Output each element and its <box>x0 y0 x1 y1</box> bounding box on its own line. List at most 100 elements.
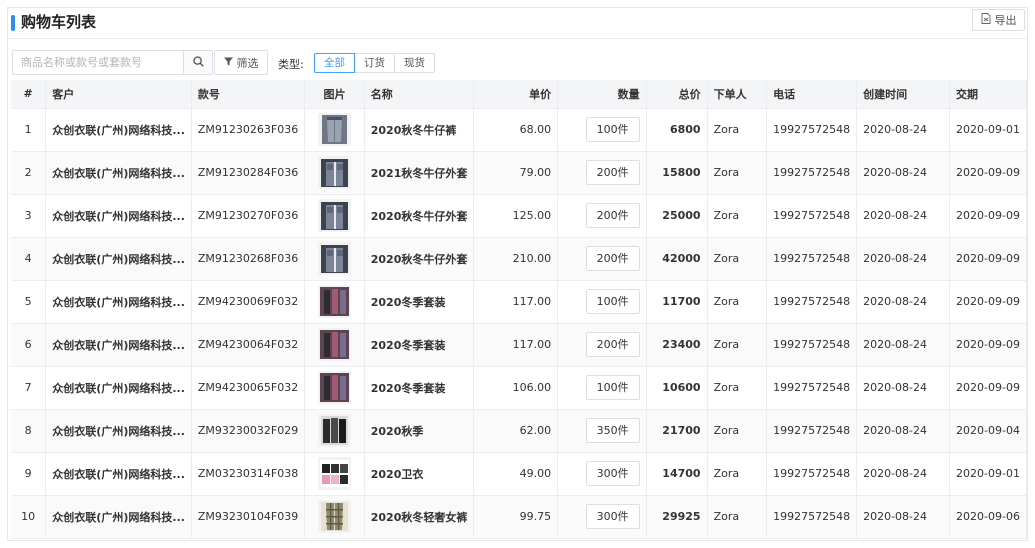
sku-cell: ZM94230064F032 <box>191 323 306 367</box>
column-header-phone[interactable]: 电话 <box>766 80 858 109</box>
product-image-cell <box>304 495 365 539</box>
quantity-field[interactable]: 300件 <box>585 504 640 529</box>
table-row[interactable]: 6 众创衣联(广州)网络科技... ZM94230064F032 2020冬季套装 11… <box>11 323 1027 367</box>
quantity-field[interactable]: 350件 <box>585 418 640 443</box>
delivery-date-cell: 2020-09-09 <box>949 237 1027 281</box>
hoodie-icon[interactable] <box>317 457 351 490</box>
table-row[interactable]: 4 众创衣联(广州)网络科技... ZM91230268F036 2020秋冬牛仔外套… <box>11 237 1027 281</box>
table-row[interactable]: 10 众创衣联(广州)网络科技... ZM93230104F039 2020秋冬轻奢女… <box>11 495 1027 539</box>
export-label: 导出 <box>994 14 1017 27</box>
total-price-cell: 14700 <box>646 452 708 496</box>
autumn-wear-icon[interactable] <box>317 414 351 447</box>
search-input[interactable] <box>12 50 183 75</box>
winter-suit-icon[interactable] <box>317 285 351 318</box>
row-index: 4 <box>11 237 47 281</box>
type-label: 类型: <box>278 58 304 71</box>
table-row[interactable]: 9 众创衣联(广州)网络科技... ZM03230314F038 2020卫衣 49.0… <box>11 452 1027 496</box>
table-row[interactable]: 5 众创衣联(广州)网络科技... ZM94230069F032 2020冬季套装 11… <box>11 280 1027 324</box>
filter-icon <box>223 56 233 69</box>
customer-cell: 众创衣联(广州)网络科技... <box>45 366 192 410</box>
product-image-cell <box>304 151 365 195</box>
delivery-date-cell: 2020-09-09 <box>949 366 1027 410</box>
phone-cell: 19927572548 <box>766 495 858 539</box>
phone-cell: 19927572548 <box>766 237 858 281</box>
title-accent-bar <box>11 15 15 31</box>
winter-suit-icon[interactable] <box>317 371 351 404</box>
export-icon <box>981 13 991 27</box>
row-index: 5 <box>11 280 47 324</box>
delivery-date-cell: 2020-09-09 <box>949 194 1027 238</box>
title-bar: 购物车列表 导出 <box>8 8 1027 39</box>
search-icon <box>192 55 204 70</box>
type-option-2[interactable]: 现货 <box>394 53 435 73</box>
column-header-quantity[interactable]: 数量 <box>557 80 647 109</box>
created-time-cell: 2020-08-24 <box>856 323 951 367</box>
winter-suit-icon[interactable] <box>317 328 351 361</box>
quantity-cell: 100件 <box>557 280 647 324</box>
quantity-field[interactable]: 200件 <box>585 203 640 228</box>
customer-cell: 众创衣联(广州)网络科技... <box>45 237 192 281</box>
orderer-cell: Zora <box>707 151 768 195</box>
search-button[interactable] <box>183 50 213 75</box>
table-row[interactable]: 7 众创衣联(广州)网络科技... ZM94230065F032 2020冬季套装 10… <box>11 366 1027 410</box>
quantity-field[interactable]: 200件 <box>585 160 640 185</box>
unit-price-cell: 68.00 <box>473 108 559 152</box>
table-row[interactable]: 2 众创衣联(广州)网络科技... ZM91230284F036 2021秋冬牛仔外套… <box>11 151 1027 195</box>
table-body: 1 众创衣联(广州)网络科技... ZM91230263F036 2020秋冬牛仔裤 6… <box>11 108 1027 539</box>
column-header-name[interactable]: 名称 <box>364 80 475 109</box>
product-image-cell <box>304 280 365 324</box>
filter-button[interactable]: 筛选 <box>214 50 268 75</box>
unit-price-cell: 106.00 <box>473 366 559 410</box>
created-time-cell: 2020-08-24 <box>856 280 951 324</box>
column-header-unit-price[interactable]: 单价 <box>473 80 559 109</box>
column-header-customer[interactable]: 客户 <box>45 80 192 109</box>
phone-cell: 19927572548 <box>766 323 858 367</box>
product-image-cell <box>304 194 365 238</box>
created-time-cell: 2020-08-24 <box>856 495 951 539</box>
quantity-field[interactable]: 200件 <box>585 332 640 357</box>
quantity-field[interactable]: 100件 <box>585 289 640 314</box>
table-row[interactable]: 1 众创衣联(广州)网络科技... ZM91230263F036 2020秋冬牛仔裤 6… <box>11 108 1027 152</box>
total-price-cell: 29925 <box>646 495 708 539</box>
total-price-cell: 6800 <box>646 108 708 152</box>
column-header-index[interactable]: # <box>11 80 47 109</box>
toolbar: 筛选 类型: 全部订货现货 <box>8 39 1027 79</box>
export-button[interactable]: 导出 <box>972 9 1025 31</box>
type-option-0[interactable]: 全部 <box>314 53 355 73</box>
product-name-cell: 2020秋冬牛仔裤 <box>364 108 475 152</box>
unit-price-cell: 210.00 <box>473 237 559 281</box>
created-time-cell: 2020-08-24 <box>856 237 951 281</box>
denim-jacket-icon[interactable] <box>317 242 351 275</box>
product-name-cell: 2020秋季 <box>364 409 475 453</box>
total-price-cell: 21700 <box>646 409 708 453</box>
product-name-cell: 2020冬季套装 <box>364 323 475 367</box>
sku-cell: ZM91230263F036 <box>191 108 306 152</box>
product-name-cell: 2020冬季套装 <box>364 280 475 324</box>
quantity-field[interactable]: 100件 <box>585 375 640 400</box>
column-header-delivery[interactable]: 交期 <box>949 80 1027 109</box>
table-row[interactable]: 8 众创衣联(广州)网络科技... ZM93230032F029 2020秋季 62.0… <box>11 409 1027 453</box>
column-header-total[interactable]: 总价 <box>646 80 708 109</box>
column-header-sku[interactable]: 款号 <box>191 80 306 109</box>
column-header-orderer[interactable]: 下单人 <box>707 80 768 109</box>
row-index: 9 <box>11 452 47 496</box>
quantity-field[interactable]: 200件 <box>585 246 640 271</box>
column-header-created-time[interactable]: 创建时间 <box>856 80 951 109</box>
quantity-field[interactable]: 300件 <box>585 461 640 486</box>
type-option-1[interactable]: 订货 <box>354 53 395 73</box>
product-image-cell <box>304 108 365 152</box>
created-time-cell: 2020-08-24 <box>856 151 951 195</box>
column-header-image[interactable]: 图片 <box>304 80 365 109</box>
jeans-icon[interactable] <box>317 113 351 146</box>
quantity-cell: 300件 <box>557 495 647 539</box>
delivery-date-cell: 2020-09-01 <box>949 452 1027 496</box>
row-index: 1 <box>11 108 47 152</box>
quantity-cell: 100件 <box>557 108 647 152</box>
plaid-pants-icon[interactable] <box>317 500 351 533</box>
table-row[interactable]: 3 众创衣联(广州)网络科技... ZM91230270F036 2020秋冬牛仔外套… <box>11 194 1027 238</box>
denim-jacket-icon[interactable] <box>317 156 351 189</box>
unit-price-cell: 79.00 <box>473 151 559 195</box>
customer-cell: 众创衣联(广州)网络科技... <box>45 280 192 324</box>
quantity-field[interactable]: 100件 <box>585 117 640 142</box>
denim-jacket-icon[interactable] <box>317 199 351 232</box>
